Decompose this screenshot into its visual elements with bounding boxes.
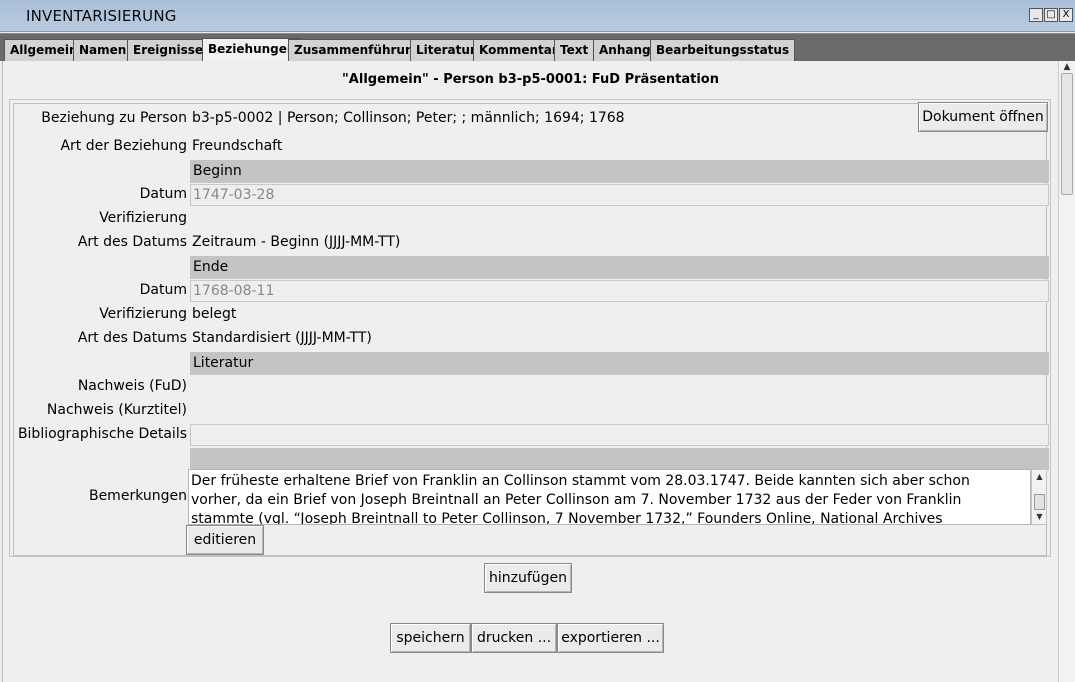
tab-anhang[interactable]: Anhang bbox=[593, 39, 657, 62]
proof-short-title-label: Nachweis (Kurztitel) bbox=[46, 402, 187, 418]
maximize-icon[interactable]: □ bbox=[1044, 8, 1058, 22]
person-label: Beziehung zu Person bbox=[41, 110, 187, 126]
relation-type-label: Art der Beziehung bbox=[60, 138, 187, 154]
remarks-textarea[interactable]: Der früheste erhaltene Brief von Frankli… bbox=[188, 469, 1031, 525]
end-verification-value: belegt bbox=[192, 306, 237, 322]
tab-zusammenfuehrung[interactable]: Zusammenführung bbox=[288, 39, 429, 62]
tab-ereignisse[interactable]: Ereignisse bbox=[127, 39, 210, 62]
scroll-up-icon[interactable]: ▲ bbox=[1034, 472, 1045, 482]
end-verification-label: Verifizierung bbox=[99, 306, 187, 322]
end-date-field[interactable]: 1768-08-11 bbox=[190, 280, 1049, 302]
remarks-scrollbar[interactable]: ▲ ▼ bbox=[1031, 469, 1047, 525]
page-scroll-thumb[interactable] bbox=[1061, 73, 1073, 195]
page-scrollbar[interactable]: ▲ bbox=[1058, 61, 1075, 682]
literature-section-header: Literatur bbox=[190, 352, 1049, 375]
biblio-details-field[interactable] bbox=[190, 424, 1049, 446]
scroll-up-icon[interactable]: ▲ bbox=[1061, 61, 1073, 73]
window-title: INVENTARISIERUNG bbox=[26, 7, 177, 25]
scroll-down-icon[interactable]: ▼ bbox=[1034, 512, 1045, 522]
edit-button[interactable]: editieren bbox=[186, 525, 264, 555]
begin-section-header: Beginn bbox=[190, 160, 1049, 183]
begin-date-type-value: Zeitraum - Beginn (JJJJ-MM-TT) bbox=[192, 234, 401, 250]
begin-date-field[interactable]: 1747-03-28 bbox=[190, 184, 1049, 206]
tab-bar: Allgemein Namen Ereignisse Beziehungen Z… bbox=[0, 33, 1075, 62]
tab-allgemein[interactable]: Allgemein bbox=[4, 39, 84, 62]
begin-date-label: Datum bbox=[139, 186, 187, 202]
main-panel: "Allgemein" - Person b3-p5-0001: FuD Prä… bbox=[2, 61, 1057, 682]
remarks-scroll-thumb[interactable] bbox=[1034, 494, 1045, 510]
tab-namen[interactable]: Namen bbox=[73, 39, 133, 62]
window-controls: _ □ X bbox=[1029, 8, 1073, 22]
end-date-type-value: Standardisiert (JJJJ-MM-TT) bbox=[192, 330, 372, 346]
minimize-icon[interactable]: _ bbox=[1029, 8, 1043, 22]
proof-fud-label: Nachweis (FuD) bbox=[77, 378, 187, 394]
person-value: b3-p5-0002 | Person; Collinson; Peter; ;… bbox=[192, 110, 625, 126]
end-section-header: Ende bbox=[190, 256, 1049, 279]
relation-type-value: Freundschaft bbox=[192, 138, 283, 154]
begin-date-type-label: Art des Datums bbox=[77, 234, 187, 250]
open-document-button[interactable]: Dokument öffnen bbox=[918, 102, 1048, 132]
tab-beziehungen[interactable]: Beziehungen bbox=[202, 38, 302, 62]
biblio-details-label: Bibliographische Details bbox=[17, 426, 187, 442]
add-button[interactable]: hinzufügen bbox=[484, 563, 572, 593]
end-date-type-label: Art des Datums bbox=[77, 330, 187, 346]
save-button[interactable]: speichern bbox=[390, 623, 471, 653]
tab-text[interactable]: Text bbox=[554, 39, 595, 62]
tab-bearbeitungsstatus[interactable]: Bearbeitungsstatus bbox=[650, 39, 796, 62]
end-date-label: Datum bbox=[139, 282, 187, 298]
tab-literatur[interactable]: Literatur bbox=[410, 39, 482, 62]
close-icon[interactable]: X bbox=[1059, 8, 1073, 22]
remarks-section-header bbox=[190, 448, 1049, 470]
page-heading: "Allgemein" - Person b3-p5-0001: FuD Prä… bbox=[342, 72, 719, 87]
print-button[interactable]: drucken ... bbox=[471, 623, 557, 653]
export-button[interactable]: exportieren ... bbox=[557, 623, 664, 653]
remarks-label: Bemerkungen bbox=[88, 488, 187, 504]
begin-verification-label: Verifizierung bbox=[99, 210, 187, 226]
tab-kommentar[interactable]: Kommentar bbox=[473, 39, 564, 62]
title-bar: INVENTARISIERUNG _ □ X bbox=[0, 0, 1075, 32]
